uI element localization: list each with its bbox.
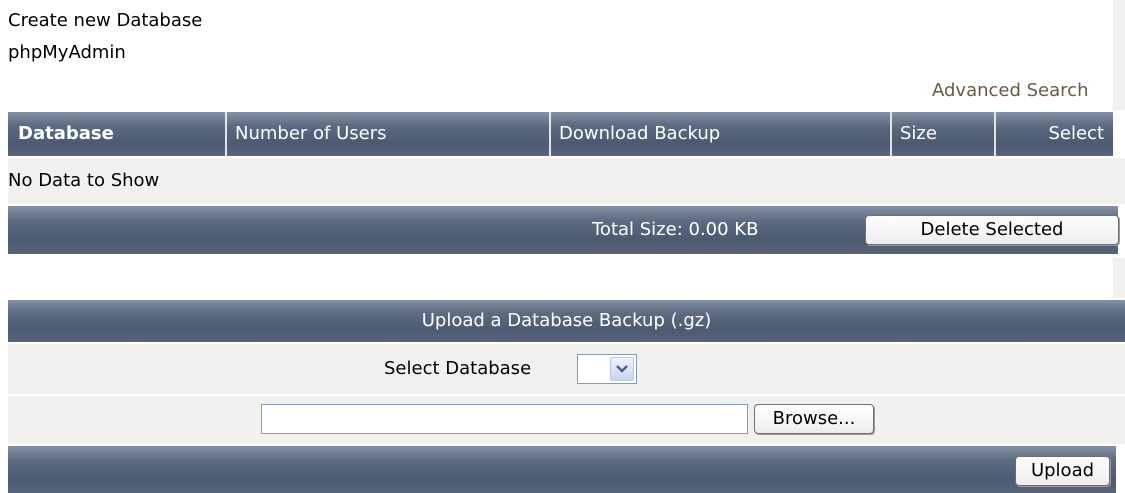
total-size-text: Total Size: 0.00 KB [592, 219, 759, 240]
delete-selected-button[interactable]: Delete Selected [865, 215, 1119, 245]
upload-title: Upload a Database Backup (.gz) [421, 310, 712, 331]
right-scroll-edge [1113, 0, 1125, 110]
phpmyadmin-link[interactable]: phpMyAdmin [8, 40, 126, 66]
right-scroll-edge [1113, 258, 1125, 298]
upload-header: Upload a Database Backup (.gz) [8, 300, 1125, 342]
select-database-label: Select Database [384, 358, 532, 379]
database-table: Database Number of Users Download Backup… [8, 112, 1125, 256]
select-database-dropdown[interactable] [577, 354, 637, 384]
column-divider [890, 112, 892, 156]
file-path-input[interactable] [261, 404, 748, 434]
dropdown-arrow-button[interactable] [610, 357, 634, 381]
column-header-download-backup: Download Backup [559, 123, 721, 144]
column-divider [225, 112, 227, 156]
upload-button[interactable]: Upload [1015, 456, 1110, 486]
column-divider [549, 112, 551, 156]
column-header-select: Select [1048, 123, 1104, 144]
empty-data-row: No Data to Show [8, 158, 1125, 204]
chevron-down-icon [616, 365, 628, 373]
empty-data-text: No Data to Show [8, 170, 160, 191]
browse-button[interactable]: Browse... [754, 404, 874, 434]
column-header-size: Size [900, 123, 937, 144]
column-header-database: Database [18, 123, 114, 144]
create-database-link[interactable]: Create new Database [8, 8, 202, 34]
upload-footer-row: Upload [8, 446, 1116, 493]
file-row: Browse... [8, 396, 1125, 444]
advanced-search-link[interactable]: Advanced Search [932, 78, 1088, 104]
select-database-row: Select Database [8, 344, 1125, 394]
column-header-number-of-users: Number of Users [235, 123, 387, 144]
column-divider [994, 112, 996, 156]
table-header-row: Database Number of Users Download Backup… [8, 112, 1113, 156]
